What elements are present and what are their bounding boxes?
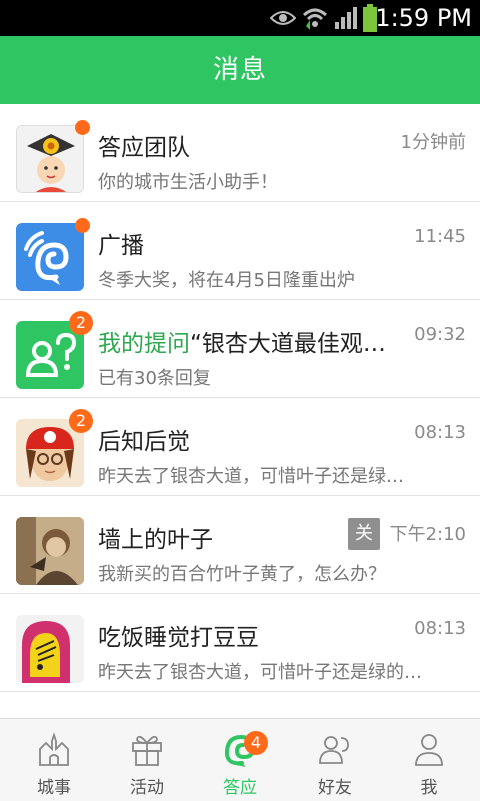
tab-me[interactable]: 我	[381, 719, 477, 801]
list-item[interactable]: 吃饭睡觉打豆豆 昨天去了银杏大道，可惜叶子还是绿的… 08:13	[0, 594, 480, 692]
tab-answer[interactable]: 4 答应	[192, 719, 288, 801]
gift-icon	[132, 735, 162, 766]
message-preview: 冬季大奖，将在4月5日隆重出炉	[98, 270, 355, 291]
message-time: 下午2:10	[385, 520, 466, 546]
list-item[interactable]: 墙上的叶子 关 我新买的百合竹叶子黄了，怎么办？ 下午2:10	[0, 496, 480, 594]
status-bar: 1:59 PM	[0, 0, 480, 36]
person-icon	[415, 734, 443, 766]
message-title: 后知后觉	[98, 429, 190, 455]
signal-icon	[334, 0, 358, 36]
message-title: 我的提问“银杏大道最佳观赏…	[98, 324, 398, 358]
tab-label: 好友	[318, 778, 352, 798]
tab-friends[interactable]: 好友	[287, 719, 383, 801]
message-title-rest: “银杏大道最佳观赏…	[190, 331, 398, 357]
message-time: 09:32	[410, 324, 466, 345]
unread-dot	[75, 218, 90, 233]
status-time: 1:59 PM	[375, 4, 472, 32]
tab-city[interactable]: 城事	[6, 719, 102, 801]
message-preview: 已有30条回复	[98, 368, 211, 389]
message-time: 11:45	[410, 226, 466, 247]
message-preview: 我新买的百合竹叶子黄了，怎么办？	[98, 564, 386, 585]
message-time: 08:13	[410, 422, 466, 443]
message-title: 吃饭睡觉打豆豆	[98, 625, 259, 651]
photo-avatar	[16, 517, 84, 585]
message-time: 1分钟前	[396, 128, 466, 154]
broadcast-avatar	[16, 223, 84, 291]
wifi-icon	[302, 0, 328, 36]
tab-label: 城事	[37, 778, 71, 798]
message-preview: 昨天去了银杏大道，可惜叶子还是绿的…	[98, 662, 422, 683]
hoodie-avatar	[16, 615, 84, 683]
broadcast-icon	[24, 231, 69, 285]
unread-count-badge: 2	[69, 409, 93, 433]
tab-label: 我	[420, 778, 438, 798]
message-title-highlight: 我的提问	[98, 331, 190, 357]
team-avatar	[16, 125, 84, 193]
list-item[interactable]: 2 后知后觉 昨天去了银杏大道，可惜叶子还是绿… 08:13	[0, 398, 480, 496]
unread-dot	[75, 120, 90, 135]
list-item[interactable]: 2 我的提问“银杏大道最佳观赏… 已有30条回复 09:32	[0, 300, 480, 398]
tab-label: 活动	[130, 778, 164, 798]
page-title: 消息	[0, 36, 480, 104]
follow-tag: 关	[348, 518, 380, 550]
bottom-tab-bar: 城事 活动 4 答应 好友 我	[0, 718, 480, 801]
tab-label: 答应	[223, 778, 257, 798]
friends-icon	[319, 736, 349, 764]
unread-count-badge: 2	[69, 311, 93, 335]
message-preview: 你的城市生活小助手！	[98, 172, 278, 193]
castle-icon	[39, 732, 69, 766]
message-title: 答应团队	[98, 135, 190, 161]
message-time: 08:13	[410, 618, 466, 639]
list-item[interactable]: 广播 冬季大奖，将在4月5日隆重出炉 11:45	[0, 202, 480, 300]
tab-badge: 4	[244, 731, 268, 755]
message-preview: 昨天去了银杏大道，可惜叶子还是绿…	[98, 466, 404, 487]
tab-events[interactable]: 活动	[99, 719, 195, 801]
list-item[interactable]: 答应团队 你的城市生活小助手！ 1分钟前	[0, 104, 480, 202]
message-title: 广播	[98, 233, 144, 259]
eye-icon	[270, 0, 296, 36]
message-list[interactable]: 答应团队 你的城市生活小助手！ 1分钟前 广播 冬季大奖，将在4月5日隆重出炉 …	[0, 104, 480, 718]
